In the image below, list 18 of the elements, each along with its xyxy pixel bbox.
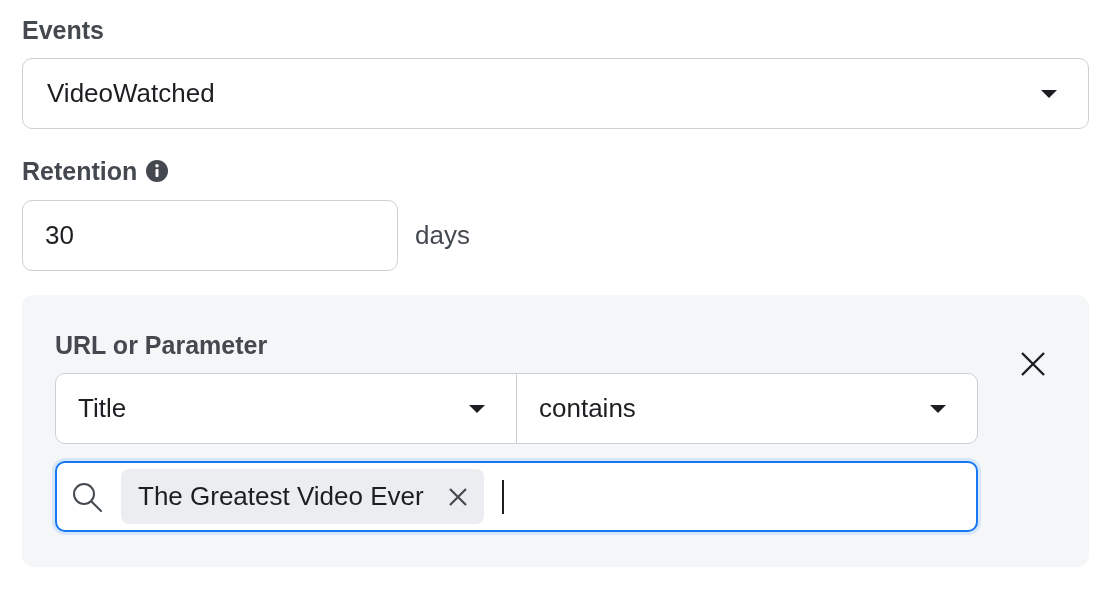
caret-icon <box>468 403 486 414</box>
days-unit: days <box>415 220 470 251</box>
events-label: Events <box>22 15 105 46</box>
events-dropdown[interactable]: VideoWatched <box>22 58 1089 129</box>
tag-text: The Greatest Video Ever <box>138 481 424 512</box>
caret-icon <box>929 403 947 414</box>
close-icon[interactable] <box>1020 351 1046 377</box>
tag-search-field[interactable]: The Greatest Video Ever <box>55 461 978 532</box>
caret-icon <box>1040 88 1058 99</box>
operator-dropdown[interactable]: contains <box>517 374 977 443</box>
retention-input[interactable]: 30 <box>22 200 398 271</box>
field-dropdown[interactable]: Title <box>56 374 517 443</box>
rule-label: URL or Parameter <box>55 330 269 361</box>
text-cursor <box>501 479 504 514</box>
search-icon <box>71 480 103 513</box>
retention-label: Retention <box>22 156 138 187</box>
info-icon[interactable] <box>145 159 170 183</box>
remove-icon[interactable] <box>447 486 468 507</box>
